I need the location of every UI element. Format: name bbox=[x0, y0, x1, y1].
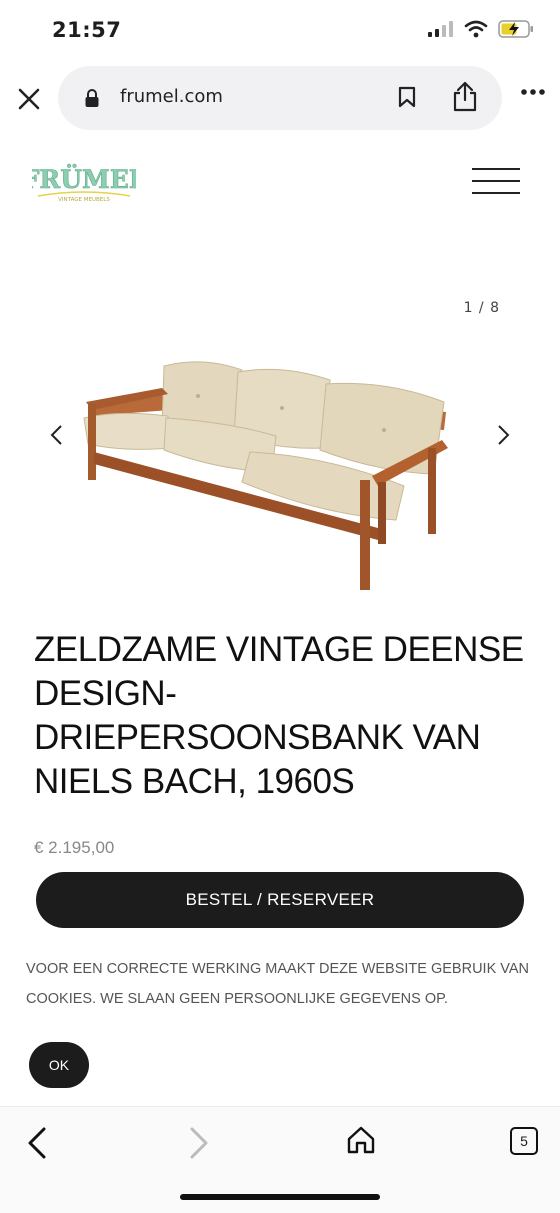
gallery-next-icon[interactable] bbox=[494, 424, 512, 446]
signal-icon bbox=[428, 21, 453, 37]
product-image[interactable] bbox=[78, 352, 454, 596]
home-icon[interactable] bbox=[346, 1125, 376, 1155]
status-time: 21:57 bbox=[52, 18, 122, 42]
url-text: frumel.com bbox=[120, 86, 223, 107]
svg-text:FRÜMEL: FRÜMEL bbox=[32, 165, 136, 194]
close-icon[interactable] bbox=[14, 84, 44, 114]
battery-charging-icon bbox=[498, 20, 533, 38]
back-icon[interactable] bbox=[26, 1127, 48, 1159]
cookie-ok-button[interactable]: OK bbox=[29, 1042, 89, 1088]
more-options-icon[interactable] bbox=[520, 88, 546, 96]
wifi-icon bbox=[464, 20, 488, 38]
cookie-notice: VOOR EEN CORRECTE WERKING MAAKT DEZE WEB… bbox=[26, 961, 530, 1007]
gallery-prev-icon[interactable] bbox=[48, 424, 66, 446]
svg-text:VINTAGE MEUBELS: VINTAGE MEUBELS bbox=[58, 197, 110, 203]
status-icons bbox=[428, 20, 534, 38]
address-bar[interactable]: frumel.com bbox=[58, 66, 502, 130]
home-indicator bbox=[180, 1194, 380, 1200]
product-price: € 2.195,00 bbox=[34, 838, 115, 857]
gallery-counter: 1 / 8 bbox=[463, 300, 500, 316]
site-logo[interactable]: FRÜMEL VINTAGE MEUBELS bbox=[21, 158, 147, 208]
forward-icon[interactable] bbox=[188, 1127, 210, 1159]
tabs-button[interactable]: 5 bbox=[510, 1127, 538, 1155]
menu-button[interactable] bbox=[472, 168, 520, 198]
product-title: ZELDZAME VINTAGE DEENSE DESIGN-DRIEPERSO… bbox=[34, 630, 524, 801]
lock-icon bbox=[85, 89, 99, 107]
frumel-logo: FRÜMEL VINTAGE MEUBELS bbox=[21, 165, 147, 203]
order-button[interactable]: BESTEL / RESERVEER bbox=[36, 872, 524, 928]
share-icon[interactable] bbox=[452, 80, 478, 112]
bookmark-icon[interactable] bbox=[398, 86, 416, 108]
